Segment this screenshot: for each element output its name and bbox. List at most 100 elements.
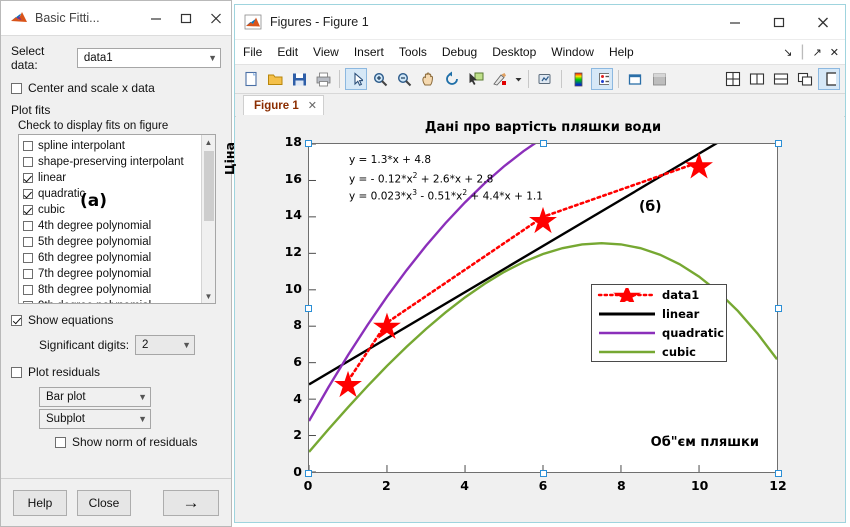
data-cursor-icon[interactable] bbox=[465, 68, 487, 90]
select-data-dropdown[interactable]: data1 ▼ bbox=[76, 48, 221, 68]
tile-columns-icon[interactable] bbox=[746, 68, 768, 90]
maximize-icon[interactable] bbox=[171, 1, 201, 35]
fit-option-row[interactable]: 8th degree polynomial bbox=[23, 282, 201, 298]
close-icon[interactable] bbox=[201, 1, 231, 35]
scrollbar-thumb[interactable] bbox=[204, 151, 214, 221]
help-button[interactable]: Help bbox=[13, 489, 67, 516]
fit-option-checkbox[interactable] bbox=[23, 189, 33, 199]
menu-item-file[interactable]: File bbox=[243, 45, 262, 59]
fit-option-checkbox[interactable] bbox=[23, 237, 33, 247]
menu-item-edit[interactable]: Edit bbox=[277, 45, 298, 59]
rotate-3d-icon[interactable] bbox=[441, 68, 463, 90]
menu-item-window[interactable]: Window bbox=[551, 45, 594, 59]
selection-handle[interactable] bbox=[540, 140, 547, 147]
tile-single-icon[interactable] bbox=[818, 68, 840, 90]
zoom-out-icon[interactable] bbox=[393, 68, 415, 90]
menu-item-insert[interactable]: Insert bbox=[354, 45, 384, 59]
selection-handle[interactable] bbox=[305, 305, 312, 312]
selection-handle[interactable] bbox=[305, 470, 312, 477]
pan-icon[interactable] bbox=[417, 68, 439, 90]
selection-handle[interactable] bbox=[775, 470, 782, 477]
screenshot-root: Basic Fitti... Select data: data1 ▼ Cent… bbox=[0, 0, 850, 527]
close-button[interactable]: Close bbox=[77, 489, 131, 516]
menubar-right-controls: ↘ | ↗ ✕ bbox=[783, 43, 839, 60]
close-icon[interactable] bbox=[801, 5, 845, 39]
fit-option-checkbox[interactable] bbox=[23, 141, 33, 151]
menu-item-view[interactable]: View bbox=[313, 45, 339, 59]
fit-option-row[interactable]: 9th degree polynomial bbox=[23, 298, 201, 303]
pointer-icon[interactable] bbox=[345, 68, 367, 90]
show-equations-checkbox[interactable] bbox=[11, 314, 22, 326]
fit-option-checkbox[interactable] bbox=[23, 157, 33, 167]
tile-grid-icon[interactable] bbox=[722, 68, 744, 90]
edit-plot-icon[interactable] bbox=[624, 68, 646, 90]
fit-option-checkbox[interactable] bbox=[23, 221, 33, 231]
maximize-icon[interactable] bbox=[757, 5, 801, 39]
minimize-icon[interactable] bbox=[713, 5, 757, 39]
fit-option-row[interactable]: spline interpolant bbox=[23, 138, 201, 154]
next-button[interactable]: → bbox=[163, 489, 219, 516]
legend-icon[interactable] bbox=[591, 68, 613, 90]
tab-figure-1[interactable]: Figure 1 ✕ bbox=[243, 95, 324, 116]
brush-icon[interactable] bbox=[489, 68, 511, 90]
tile-cascade-icon[interactable] bbox=[794, 68, 816, 90]
chart-legend[interactable]: data1 linear quadratic cubic bbox=[591, 284, 727, 362]
plot-residuals-checkbox[interactable] bbox=[11, 366, 22, 378]
print-figure-icon[interactable] bbox=[312, 68, 334, 90]
show-norm-label: Show norm of residuals bbox=[72, 435, 198, 449]
plot-residuals-row[interactable]: Plot residuals bbox=[11, 365, 221, 379]
x-tick-label: 10 bbox=[690, 478, 709, 493]
fit-list-scrollbar[interactable]: ▲ ▼ bbox=[201, 135, 215, 303]
legend-item-quadratic: quadratic bbox=[592, 323, 726, 342]
fit-option-checkbox[interactable] bbox=[23, 269, 33, 279]
fit-option-row[interactable]: 4th degree polynomial bbox=[23, 218, 201, 234]
fit-option-checkbox[interactable] bbox=[23, 173, 33, 183]
colorbar-icon[interactable] bbox=[567, 68, 589, 90]
selection-handle[interactable] bbox=[775, 305, 782, 312]
fit-option-row[interactable]: quadratic bbox=[23, 186, 201, 202]
undock-icon[interactable]: ↗ bbox=[813, 46, 822, 59]
new-figure-icon[interactable] bbox=[240, 68, 262, 90]
significant-digits-dropdown[interactable]: 2 ▼ bbox=[135, 335, 196, 355]
fit-option-row[interactable]: 6th degree polynomial bbox=[23, 250, 201, 266]
center-scale-checkbox[interactable] bbox=[11, 82, 22, 94]
selection-handle[interactable] bbox=[540, 470, 547, 477]
scroll-up-icon[interactable]: ▲ bbox=[202, 135, 215, 149]
fit-option-checkbox[interactable] bbox=[23, 301, 33, 303]
zoom-in-icon[interactable] bbox=[369, 68, 391, 90]
fit-option-row[interactable]: 7th degree polynomial bbox=[23, 266, 201, 282]
fit-types-list[interactable]: spline interpolant shape-preserving inter… bbox=[18, 134, 216, 304]
legend-label-linear: linear bbox=[662, 306, 700, 321]
close-icon[interactable]: ✕ bbox=[308, 99, 317, 112]
show-equations-row[interactable]: Show equations bbox=[11, 313, 221, 327]
fit-option-checkbox[interactable] bbox=[23, 205, 33, 215]
fit-option-row[interactable]: linear bbox=[23, 170, 201, 186]
residual-placement-dropdown[interactable]: Subplot ▼ bbox=[39, 409, 151, 429]
show-norm-checkbox[interactable] bbox=[55, 436, 66, 448]
show-norm-row[interactable]: Show norm of residuals bbox=[55, 435, 221, 449]
plot-axes[interactable]: y = 1.3*x + 4.8 y = - 0.12*x2 + 2.6*x + … bbox=[305, 140, 782, 477]
fit-option-row[interactable]: 5th degree polynomial bbox=[23, 234, 201, 250]
scroll-down-icon[interactable]: ▼ bbox=[202, 289, 215, 303]
fit-option-checkbox[interactable] bbox=[23, 253, 33, 263]
fit-option-row[interactable]: cubic bbox=[23, 202, 201, 218]
menu-item-debug[interactable]: Debug bbox=[442, 45, 477, 59]
menu-item-help[interactable]: Help bbox=[609, 45, 634, 59]
selection-handle[interactable] bbox=[775, 140, 782, 147]
menu-item-desktop[interactable]: Desktop bbox=[492, 45, 536, 59]
fit-option-row[interactable]: shape-preserving interpolant bbox=[23, 154, 201, 170]
menu-item-tools[interactable]: Tools bbox=[399, 45, 427, 59]
tile-rows-icon[interactable] bbox=[770, 68, 792, 90]
residual-plot-type-dropdown[interactable]: Bar plot ▼ bbox=[39, 387, 151, 407]
center-scale-checkbox-row[interactable]: Center and scale x data bbox=[11, 81, 221, 95]
figure-palette-icon[interactable] bbox=[648, 68, 670, 90]
save-figure-icon[interactable] bbox=[288, 68, 310, 90]
link-plot-icon[interactable] bbox=[534, 68, 556, 90]
fit-option-checkbox[interactable] bbox=[23, 285, 33, 295]
minimize-icon[interactable] bbox=[141, 1, 171, 35]
selection-handle[interactable] bbox=[305, 140, 312, 147]
close-icon[interactable]: ✕ bbox=[830, 46, 839, 59]
chevron-down-icon[interactable] bbox=[513, 68, 523, 90]
open-file-icon[interactable] bbox=[264, 68, 286, 90]
dock-arrow-icon[interactable]: ↘ bbox=[783, 46, 792, 59]
